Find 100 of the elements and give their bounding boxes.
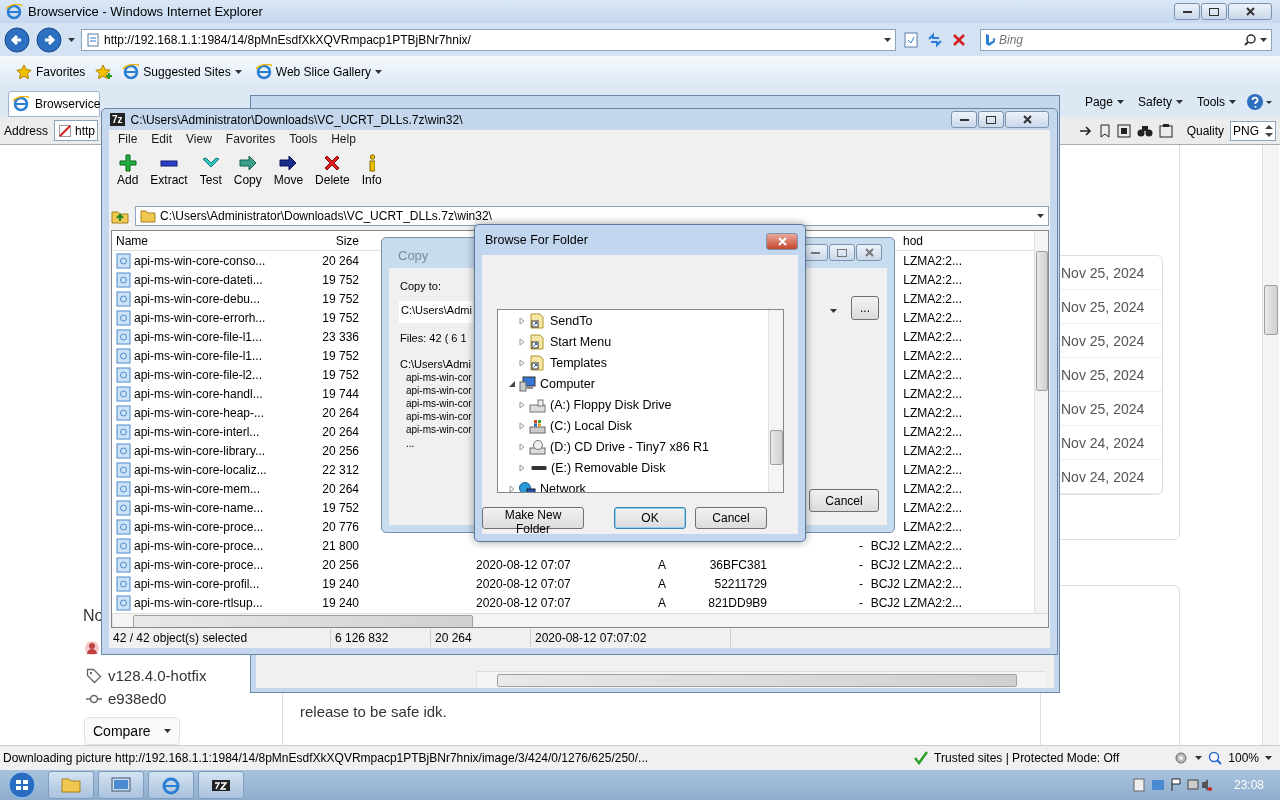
favorite-link[interactable]: Suggested Sites: [119, 62, 246, 81]
compare-button[interactable]: Compare: [84, 717, 180, 745]
file-size: 19 752: [321, 367, 360, 382]
horizontal-scrollbar[interactable]: [112, 613, 1048, 627]
column-header[interactable]: Size: [272, 233, 367, 248]
settings-icon[interactable]: [1173, 751, 1190, 765]
window-icon: [110, 775, 132, 795]
help-icon[interactable]: [1246, 93, 1272, 111]
toolbar-button[interactable]: Info: [355, 154, 388, 188]
arrow-icon[interactable]: [1078, 123, 1093, 138]
expanded-arrow-icon[interactable]: [508, 379, 516, 388]
maximize-button[interactable]: [978, 111, 1004, 128]
method: BCJ2 LZMA2:2...: [869, 538, 962, 553]
network-icon: [519, 480, 536, 492]
maximize-icon: [1209, 7, 1219, 16]
favorite-link[interactable]: Web Slice Gallery: [251, 62, 386, 81]
path-field[interactable]: C:\Users\Administrator\Downloads\VC_UCRT_DLLs.7z\win32\: [135, 206, 1049, 226]
file-size: 20 264: [321, 424, 360, 439]
method: LZMA2:2...: [902, 500, 962, 515]
add-favorite-icon[interactable]: [95, 63, 114, 80]
toolbar-button[interactable]: Add: [111, 154, 145, 188]
method: LZMA2:2...: [902, 481, 962, 496]
taskbar-button[interactable]: [198, 771, 244, 799]
file-name: api-ms-win-core-debu...: [134, 291, 261, 306]
tree-item[interactable]: (A:) Floppy Disk Drive: [529, 396, 672, 413]
search-box[interactable]: Bing: [980, 28, 1272, 51]
document-icon[interactable]: [1116, 123, 1131, 138]
tree-item[interactable]: (D:) CD Drive - Tiny7 x86 R1: [529, 438, 710, 455]
column-header[interactable]: hod: [903, 233, 924, 248]
command-menu[interactable]: Safety: [1133, 94, 1187, 110]
tree-item[interactable]: (C:) Local Disk: [529, 417, 632, 434]
close-button[interactable]: [766, 233, 798, 250]
browser-tab[interactable]: Browservice: [8, 91, 100, 117]
cd-icon: [529, 438, 546, 455]
dialog-button[interactable]: Cancel: [695, 507, 767, 529]
list-scrollbar[interactable]: [1034, 231, 1048, 613]
file-size: 20 256: [321, 443, 360, 458]
toolbar-button[interactable]: Extract: [144, 154, 194, 188]
binoculars-icon[interactable]: [1136, 123, 1153, 138]
file-list-item: api-ms-win-cor: [406, 424, 472, 435]
attributes: A: [657, 557, 667, 572]
toolbar-button[interactable]: Move: [267, 154, 310, 188]
star-icon: [16, 63, 32, 80]
tree-item[interactable]: Computer: [519, 375, 595, 392]
search-field[interactable]: Bing: [999, 32, 1229, 47]
horizontal-scrollbar[interactable]: [476, 671, 1046, 688]
tree-item[interactable]: (E:) Removable Disk: [529, 459, 666, 476]
menu-item[interactable]: Favorites: [218, 132, 283, 146]
back-icon[interactable]: [4, 26, 30, 53]
up-folder-icon[interactable]: [111, 208, 129, 224]
close-icon: [1245, 7, 1255, 16]
toolbar-button[interactable]: Copy: [227, 154, 268, 188]
close-button[interactable]: [1228, 3, 1272, 20]
caret-icon: [1265, 756, 1272, 760]
collapsed-arrow-icon[interactable]: [508, 484, 516, 492]
address-field[interactable]: http: [54, 120, 99, 141]
collapsed-arrow-icon[interactable]: [518, 463, 526, 472]
cancel-button[interactable]: Cancel: [809, 489, 879, 512]
toolbar-button[interactable]: Delete: [309, 154, 356, 188]
clipboard-icon[interactable]: [1158, 123, 1173, 138]
forward-icon[interactable]: [36, 26, 62, 53]
bookmark-icon[interactable]: [1098, 123, 1111, 138]
refresh-icon[interactable]: [926, 30, 944, 49]
browse-button[interactable]: ...: [851, 296, 879, 320]
address-field[interactable]: http://192.168.1.1:1984/14/8pMnEsdfXkXQVRmpacp1PTBjBNr7hnix/: [81, 28, 896, 51]
collapsed-arrow-icon[interactable]: [518, 400, 526, 409]
maximize-button[interactable]: [1201, 3, 1227, 20]
tree-item[interactable]: Start Menu: [529, 333, 612, 350]
command-menu[interactable]: Tools: [1193, 94, 1240, 110]
menu-item[interactable]: Edit: [144, 132, 180, 146]
page-scrollbar[interactable]: [1262, 145, 1279, 745]
favorites-button[interactable]: Favorites: [12, 62, 90, 81]
menu-item[interactable]: Tools: [282, 132, 325, 146]
close-button[interactable]: [1005, 111, 1049, 128]
dialog-button[interactable]: OK: [614, 507, 686, 529]
toolbar-button[interactable]: Test: [193, 154, 228, 188]
collapsed-arrow-icon[interactable]: [518, 316, 526, 325]
path-field[interactable]: C:\Users\Admi: [399, 301, 473, 323]
quality-select[interactable]: PNG: [1230, 120, 1276, 141]
disk-icon: [529, 417, 546, 434]
commit-label: e938ed0: [108, 690, 167, 707]
collapsed-arrow-icon[interactable]: [518, 421, 526, 430]
minimize-button[interactable]: [1174, 3, 1200, 20]
collapsed-arrow-icon[interactable]: [518, 358, 526, 367]
command-menu[interactable]: Page: [1080, 94, 1128, 110]
search-icon: [1244, 33, 1256, 46]
collapsed-arrow-icon[interactable]: [518, 337, 526, 346]
collapsed-arrow-icon[interactable]: [518, 442, 526, 451]
tree-item[interactable]: SendTo: [529, 312, 593, 329]
tree-item[interactable]: Network: [519, 480, 586, 492]
compatibility-icon[interactable]: [902, 30, 920, 49]
tree-item[interactable]: Templates: [529, 354, 607, 371]
menu-item[interactable]: View: [179, 132, 219, 146]
column-header[interactable]: Name: [112, 233, 272, 248]
minimize-button[interactable]: [951, 111, 977, 128]
menu-item[interactable]: Help: [324, 132, 363, 146]
file-name: api-ms-win-core-mem...: [134, 481, 260, 496]
zoom-level[interactable]: 100%: [1228, 751, 1259, 765]
tree-scrollbar[interactable]: [768, 310, 783, 492]
menu-item[interactable]: File: [111, 132, 145, 146]
